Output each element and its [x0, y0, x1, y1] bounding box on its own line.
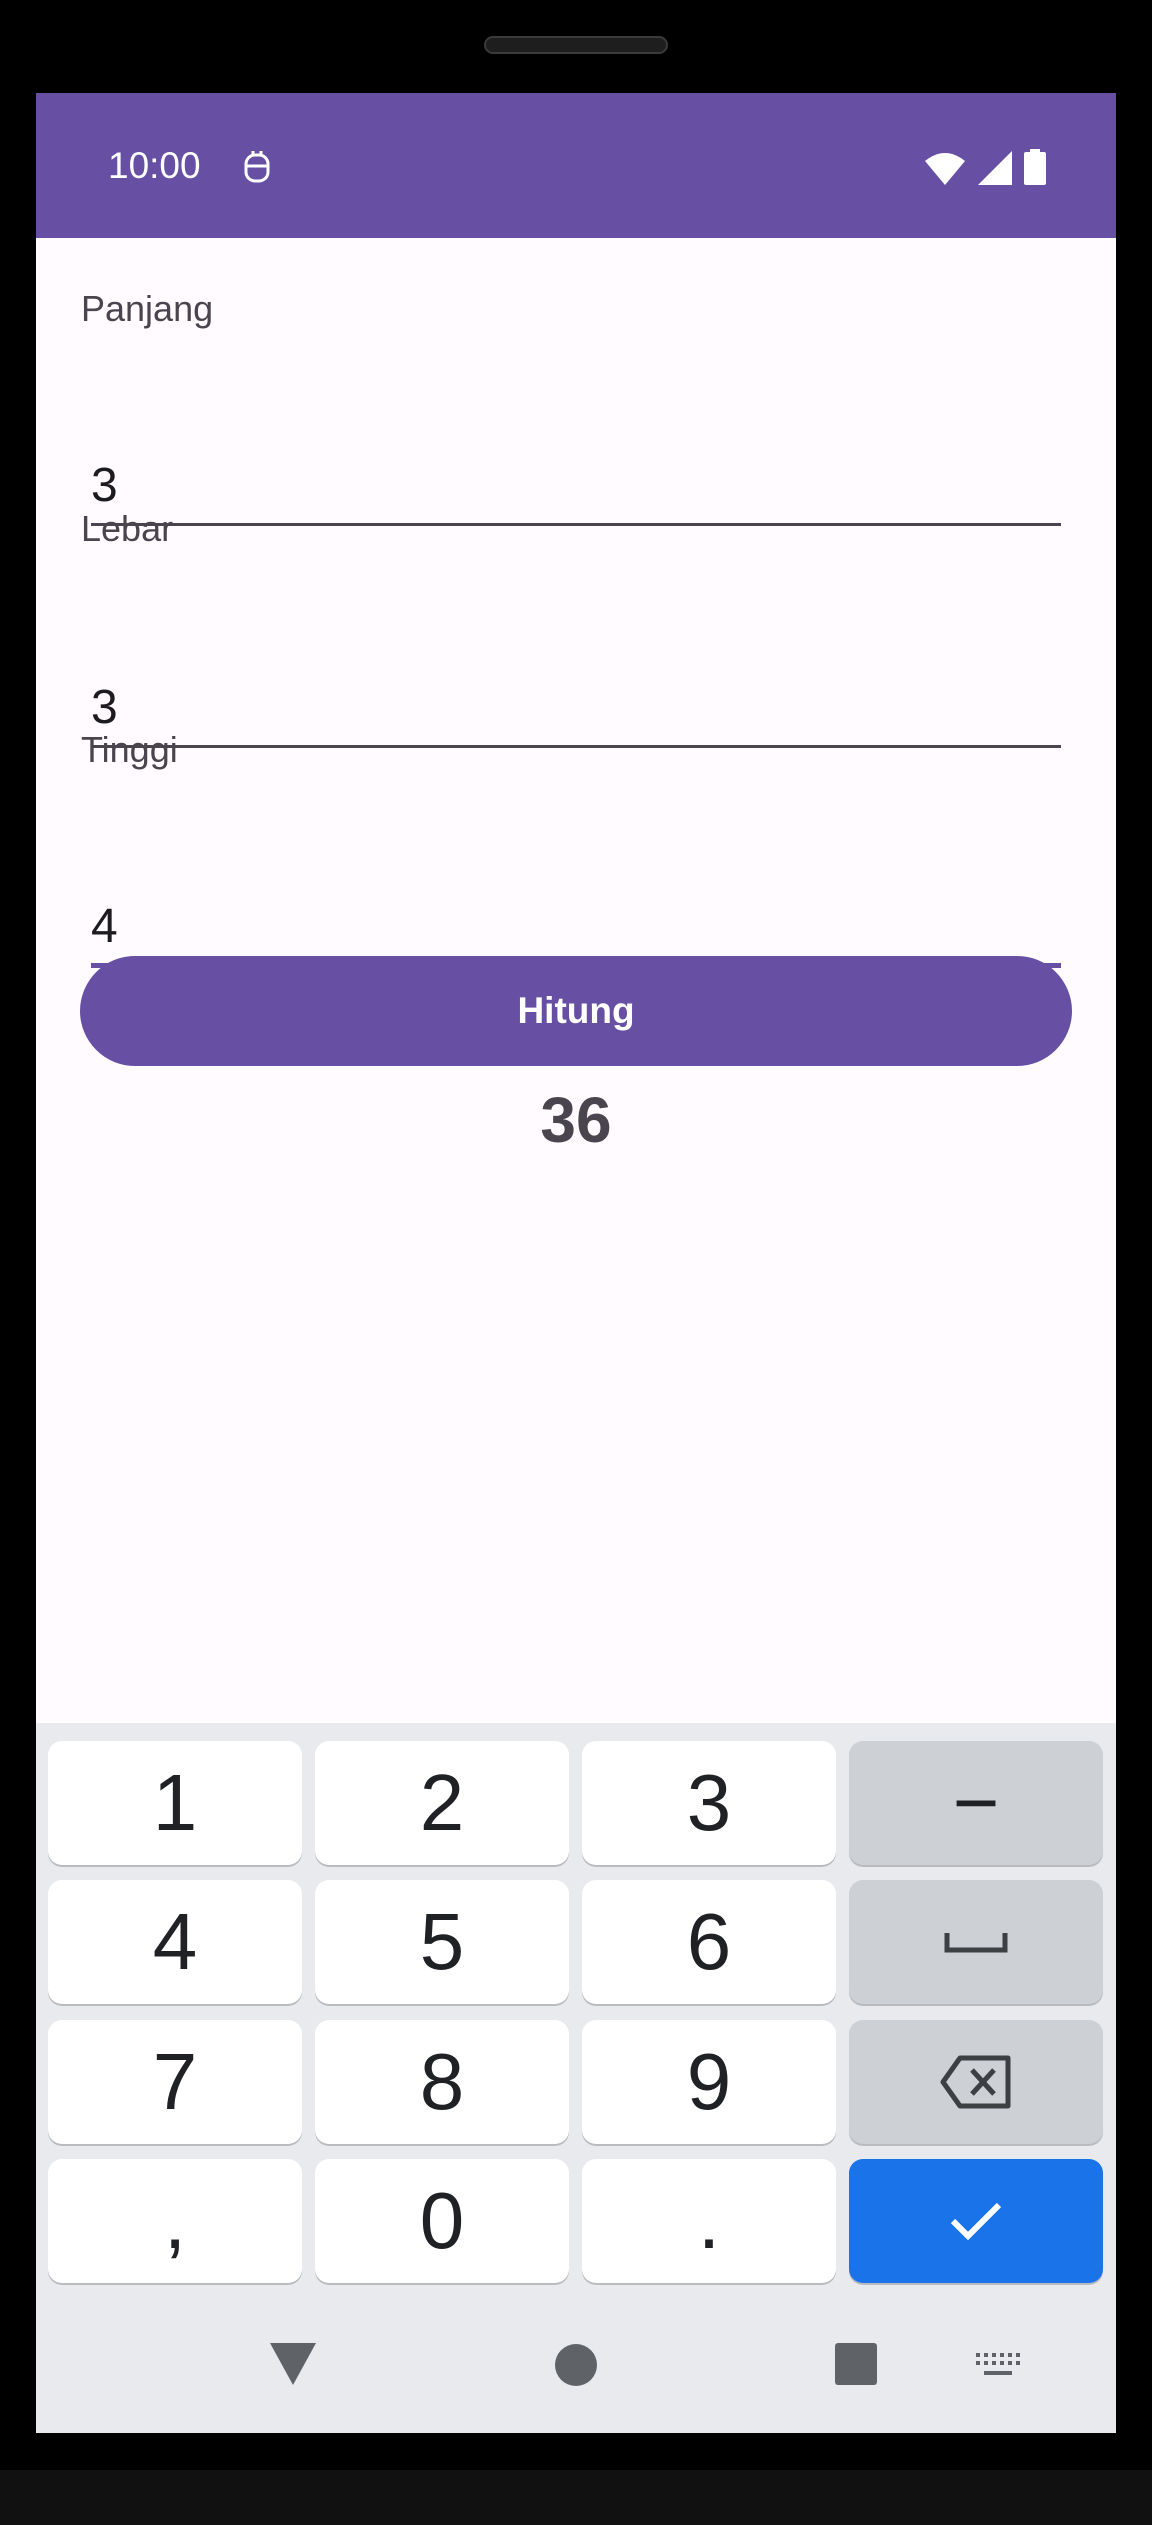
key-minus[interactable]: − [849, 1741, 1103, 1865]
backspace-icon [940, 2055, 1011, 2109]
key-period[interactable]: . [582, 2159, 836, 2283]
key-backspace[interactable] [849, 2020, 1103, 2144]
key-4[interactable]: 4 [48, 1880, 302, 2004]
checkmark-icon [950, 2202, 1002, 2241]
back-icon[interactable] [270, 2343, 316, 2385]
speaker-grille [484, 36, 668, 54]
width-input[interactable] [91, 670, 1061, 748]
height-label: Tinggi [81, 729, 178, 770]
key-2[interactable]: 2 [315, 1741, 569, 1865]
status-icons [924, 149, 1046, 185]
key-5[interactable]: 5 [315, 1880, 569, 2004]
status-time: 10:00 [108, 145, 201, 186]
recents-icon[interactable] [835, 2343, 877, 2385]
key-3[interactable]: 3 [582, 1741, 836, 1865]
width-label: Lebar [81, 508, 174, 549]
key-8[interactable]: 8 [315, 2020, 569, 2144]
signal-icon [978, 151, 1012, 185]
navigation-bar [36, 2313, 1116, 2433]
device-frame: 10:00 Panjang Leba [0, 0, 1152, 2525]
key-6[interactable]: 6 [582, 1880, 836, 2004]
dnd-icon [244, 151, 270, 183]
key-9[interactable]: 9 [582, 2020, 836, 2144]
battery-icon [1024, 149, 1046, 185]
length-label: Panjang [81, 288, 214, 329]
space-icon [944, 1933, 1008, 1953]
length-input[interactable] [91, 448, 1061, 526]
wifi-icon [925, 153, 965, 185]
key-comma[interactable]: , [48, 2159, 302, 2283]
key-1[interactable]: 1 [48, 1741, 302, 1865]
status-bar: 10:00 [36, 93, 1116, 238]
result-value: 36 [540, 1084, 612, 1156]
calculate-button[interactable]: Hitung [80, 956, 1072, 1066]
key-enter[interactable] [849, 2159, 1103, 2283]
home-icon[interactable] [554, 2343, 598, 2387]
key-space[interactable] [849, 1880, 1103, 2004]
bottom-bezel [0, 2470, 1152, 2525]
key-7[interactable]: 7 [48, 2020, 302, 2144]
keyboard-switch-icon[interactable] [976, 2353, 1020, 2379]
key-0[interactable]: 0 [315, 2159, 569, 2283]
screen: 10:00 Panjang Leba [36, 93, 1116, 2433]
